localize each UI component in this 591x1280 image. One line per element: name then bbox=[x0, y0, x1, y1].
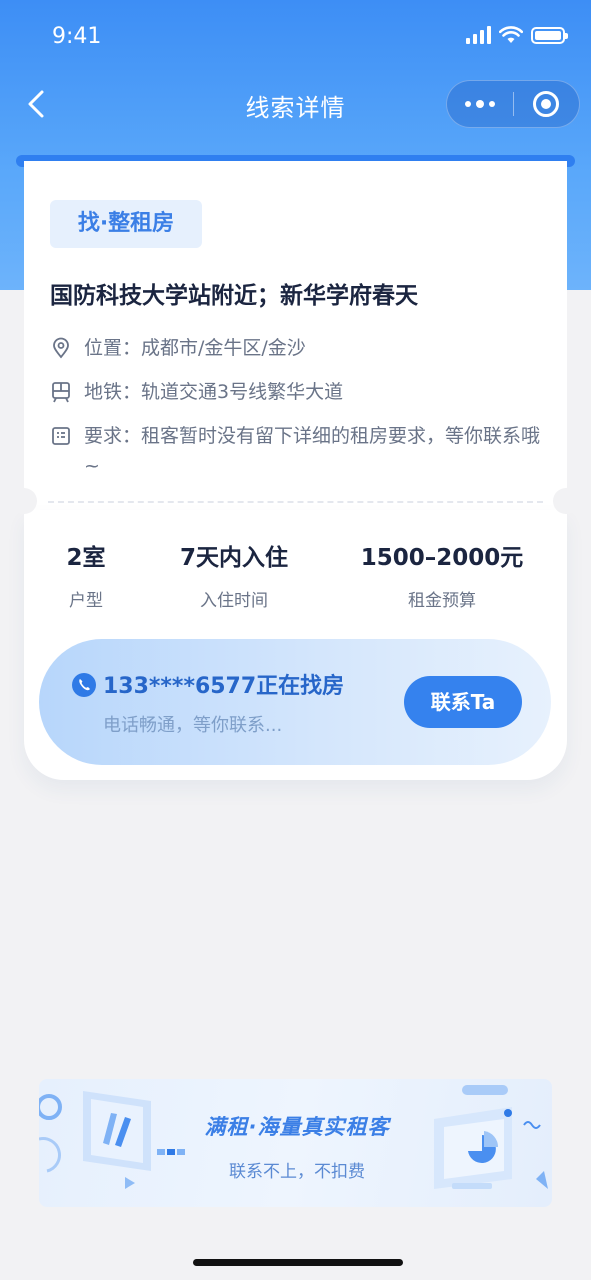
subway-row: 地铁：轨道交通3号线繁华大道 bbox=[50, 377, 542, 407]
location-text: 位置：成都市/金牛区/金沙 bbox=[84, 337, 306, 359]
stat-budget: 1500–2000元 租金预算 bbox=[347, 538, 537, 611]
close-miniprogram-icon[interactable] bbox=[514, 91, 580, 117]
location-row: 位置：成都市/金牛区/金沙 bbox=[50, 333, 542, 363]
miniprogram-capsule bbox=[446, 80, 580, 128]
more-menu-icon[interactable] bbox=[447, 100, 513, 108]
navigation-bar: 线索详情 bbox=[0, 72, 591, 136]
signal-icon bbox=[466, 26, 491, 44]
banner-subtitle: 联系不上，不扣费 bbox=[229, 1162, 365, 1182]
stat-label: 入住时间 bbox=[200, 591, 268, 611]
battery-icon bbox=[531, 26, 568, 44]
stat-move-in: 7天内入住 入住时间 bbox=[159, 538, 309, 611]
banner-illustration-left bbox=[39, 1091, 185, 1189]
lead-title: 国防科技大学站附近；新华学府春天 bbox=[50, 283, 418, 309]
home-indicator bbox=[193, 1259, 403, 1266]
requirement-text: 要求：租客暂时没有留下详细的租房要求，等你联系哦~ bbox=[84, 425, 541, 477]
wifi-icon bbox=[499, 26, 523, 43]
stat-label: 租金预算 bbox=[408, 591, 476, 611]
location-pin-icon bbox=[53, 337, 69, 359]
note-icon bbox=[52, 427, 70, 445]
promo-banner[interactable]: 满租·海量真实租客 联系不上，不扣费 bbox=[39, 1079, 552, 1207]
stat-value: 2室 bbox=[66, 545, 106, 571]
phone-icon bbox=[72, 673, 96, 697]
card-notch-right bbox=[553, 488, 579, 514]
status-bar: 9:41 bbox=[0, 0, 591, 70]
contact-button[interactable]: 联系Ta bbox=[404, 676, 522, 728]
card-notch-left bbox=[11, 488, 37, 514]
requirement-row: 要求：租客暂时没有留下详细的租房要求，等你联系哦~ bbox=[50, 421, 542, 481]
status-time: 9:41 bbox=[52, 24, 102, 49]
stat-layout: 2室 户型 bbox=[46, 538, 126, 611]
stat-label: 户型 bbox=[69, 591, 103, 611]
stat-value: 1500–2000元 bbox=[360, 545, 524, 571]
lead-type-tag: 找·整租房 bbox=[50, 200, 202, 248]
subway-icon bbox=[52, 382, 70, 403]
banner-title: 满租·海量真实租客 bbox=[204, 1115, 390, 1139]
status-icons bbox=[466, 26, 568, 44]
contact-panel: 133****6577正在找房 电话畅通，等你联系... 联系Ta bbox=[39, 639, 551, 765]
stat-value: 7天内入住 bbox=[179, 545, 288, 571]
subway-text: 地铁：轨道交通3号线繁华大道 bbox=[84, 381, 344, 403]
banner-illustration-right bbox=[434, 1085, 548, 1189]
card-divider bbox=[48, 501, 543, 503]
contact-subtext: 电话畅通，等你联系... bbox=[103, 715, 283, 736]
contact-headline: 133****6577正在找房 bbox=[103, 674, 345, 699]
